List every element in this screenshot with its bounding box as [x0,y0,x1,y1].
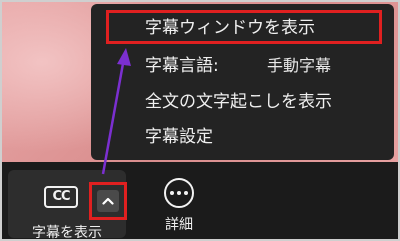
more-button-label: 詳細 [165,217,193,233]
menu-item-caption-settings[interactable]: 字幕設定 [91,119,394,155]
screenshot-frame: CC 字幕を表示 詳細 字幕ウィンドウを表示 字幕言語: 手動字幕 全文の文字起… [0,0,400,241]
captions-button-label: 字幕を表示 [32,225,102,241]
meeting-toolbar: CC 字幕を表示 詳細 [2,162,398,239]
menu-item-label: 字幕言語: [145,56,219,76]
more-button[interactable]: 詳細 [152,174,212,236]
menu-item-show-transcript[interactable]: 全文の文字起こしを表示 [91,84,394,120]
menu-item-caption-language[interactable]: 字幕言語: 手動字幕 [91,48,394,84]
captions-options-button-highlight[interactable] [89,182,127,220]
menu-item-show-caption-window[interactable]: 字幕ウィンドウを表示 [106,10,382,44]
captions-button[interactable]: CC 字幕を表示 [8,170,127,241]
closed-caption-icon: CC [44,186,78,208]
more-horizontal-icon [164,178,194,208]
caption-language-value: 手動字幕 [267,56,332,75]
menu-item-label: 字幕ウィンドウを表示 [145,18,315,38]
chevron-up-icon[interactable] [97,190,119,212]
menu-item-label: 字幕設定 [145,127,213,147]
menu-item-label: 全文の文字起こしを表示 [145,92,332,112]
captions-menu: 字幕ウィンドウを表示 字幕言語: 手動字幕 全文の文字起こしを表示 字幕設定 [91,4,394,160]
